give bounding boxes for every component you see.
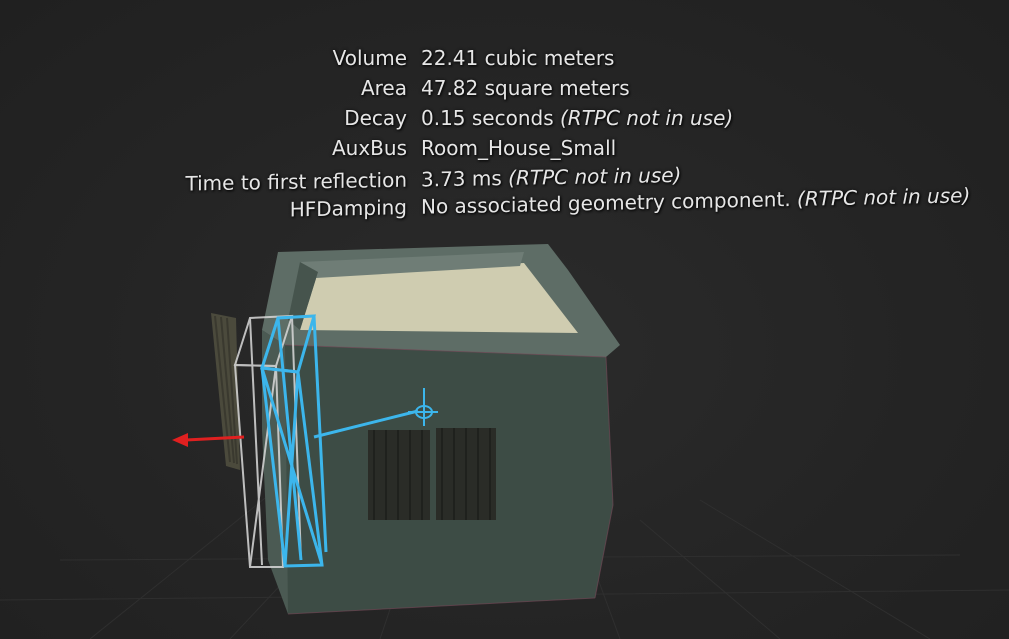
fence-prop[interactable] <box>211 313 240 470</box>
editor-viewport[interactable]: Volume 22.41 cubic meters Area 47.82 square… <box>0 0 1009 639</box>
scene-view <box>0 244 1009 639</box>
